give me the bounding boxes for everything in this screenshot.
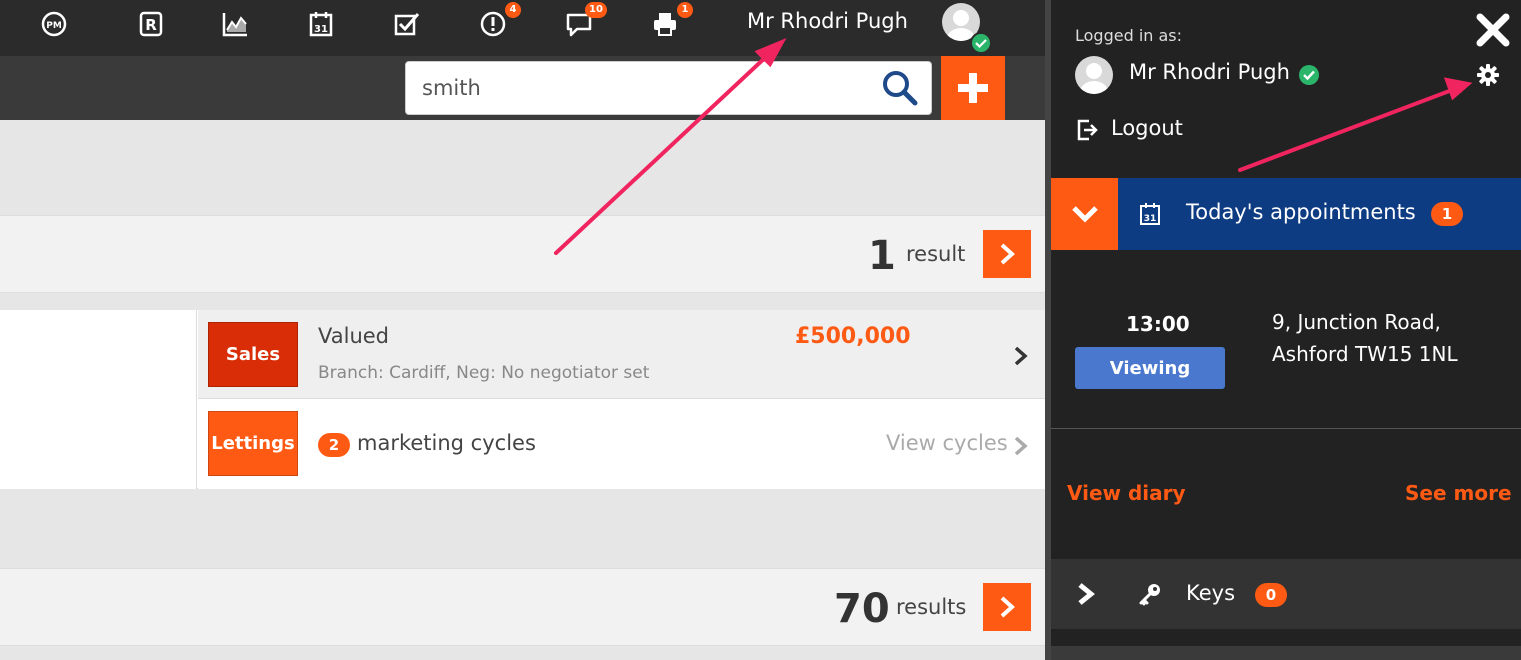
chevron-down-icon	[1071, 206, 1098, 223]
avatar	[1075, 56, 1113, 94]
svg-text:31: 31	[314, 24, 328, 35]
settings-button[interactable]	[1471, 58, 1505, 92]
r-icon[interactable]: R	[131, 4, 171, 44]
appointments-count-badge: 1	[1431, 202, 1463, 226]
search-icon[interactable]	[876, 66, 924, 110]
appointment-time: 13:00	[1126, 312, 1190, 336]
alerts-badge: 4	[505, 2, 521, 18]
key-icon	[1139, 584, 1160, 606]
svg-text:PM: PM	[46, 21, 62, 31]
property-card: Sales Valued Branch: Cardiff, Neg: No ne…	[0, 310, 1045, 489]
logout-icon[interactable]	[1075, 118, 1099, 142]
result-summary-bar: 70 results	[0, 568, 1045, 646]
appointments-header[interactable]: 31 Today's appointments 1	[1051, 178, 1521, 250]
sales-row[interactable]: Sales Valued Branch: Cardiff, Neg: No ne…	[198, 310, 1045, 399]
messages-badge: 10	[585, 2, 607, 18]
sales-price: £500,000	[795, 324, 911, 349]
panel-user-name: Mr Rhodri Pugh	[1129, 60, 1290, 84]
lettings-tag: Lettings	[208, 411, 298, 476]
keys-section[interactable]: Keys 0	[1051, 559, 1521, 629]
verified-icon	[1299, 65, 1319, 85]
appointment-address: 9, Junction Road,	[1272, 310, 1441, 334]
alerts-icon[interactable]: 4	[473, 2, 521, 44]
property-image-area	[0, 310, 197, 489]
app: PM R 31 4 10 1 Mr Rhodri Pugh smith 1 re…	[0, 0, 1521, 660]
svg-text:31: 31	[1144, 214, 1157, 224]
cycles-label: marketing cycles	[357, 431, 536, 455]
close-button[interactable]	[1471, 8, 1515, 52]
chevron-right-icon[interactable]	[1075, 583, 1097, 605]
chevron-right-icon[interactable]	[1013, 436, 1029, 456]
divider	[1051, 428, 1521, 429]
result-count: 70	[834, 586, 890, 632]
tasks-icon[interactable]	[386, 4, 426, 44]
see-more-link[interactable]: See more	[1405, 481, 1512, 505]
chevron-right-icon	[1000, 596, 1015, 618]
lettings-row[interactable]: Lettings 2 marketing cycles View cycles	[198, 399, 1045, 489]
sales-tag: Sales	[208, 322, 298, 387]
appointments-title: Today's appointments	[1186, 200, 1416, 224]
user-name[interactable]: Mr Rhodri Pugh	[747, 8, 908, 34]
chevron-right-icon	[1000, 243, 1015, 265]
expand-results-button[interactable]	[983, 230, 1031, 278]
printer-icon[interactable]: 1	[645, 2, 693, 44]
cycles-count-badge: 2	[318, 433, 350, 457]
collapse-appointments-button[interactable]	[1051, 178, 1118, 250]
top-bar: PM R 31 4 10 1 Mr Rhodri Pugh	[0, 0, 1045, 56]
chevron-right-icon[interactable]	[1013, 346, 1029, 366]
logout-link[interactable]: Logout	[1111, 116, 1183, 140]
search-bar	[0, 56, 1045, 120]
printer-badge: 1	[677, 2, 693, 18]
gear-icon	[1477, 64, 1499, 86]
sales-detail: Branch: Cardiff, Neg: No negotiator set	[318, 363, 650, 383]
keys-count-badge: 0	[1255, 583, 1287, 607]
plus-icon	[958, 73, 988, 103]
calendar-icon[interactable]: 31	[301, 4, 341, 44]
chart-icon[interactable]	[215, 4, 255, 44]
appointment-type-badge[interactable]: Viewing	[1075, 347, 1225, 389]
result-label: result	[906, 242, 966, 266]
messages-icon[interactable]: 10	[559, 2, 607, 44]
result-label: results	[896, 595, 967, 619]
expand-results-button[interactable]	[983, 583, 1031, 631]
result-summary-bar: 1 result	[0, 215, 1045, 293]
next-section-edge	[1051, 646, 1521, 660]
view-diary-link[interactable]: View diary	[1067, 481, 1186, 505]
online-status-icon	[970, 32, 992, 54]
user-panel: Logged in as: Mr Rhodri Pugh Logout 31 T…	[1045, 0, 1521, 660]
svg-text:R: R	[145, 16, 157, 34]
calendar-icon: 31	[1140, 203, 1160, 225]
sales-status: Valued	[318, 324, 389, 348]
logged-in-label: Logged in as:	[1075, 26, 1183, 45]
close-icon	[1476, 13, 1510, 47]
view-cycles-link[interactable]: View cycles	[886, 431, 1008, 455]
pm-icon[interactable]: PM	[34, 4, 74, 44]
add-button[interactable]	[941, 56, 1005, 120]
result-count: 1	[868, 233, 896, 279]
appointment-address: Ashford TW15 1NL	[1272, 342, 1458, 366]
search-input[interactable]	[405, 61, 932, 115]
keys-label: Keys	[1186, 581, 1236, 605]
